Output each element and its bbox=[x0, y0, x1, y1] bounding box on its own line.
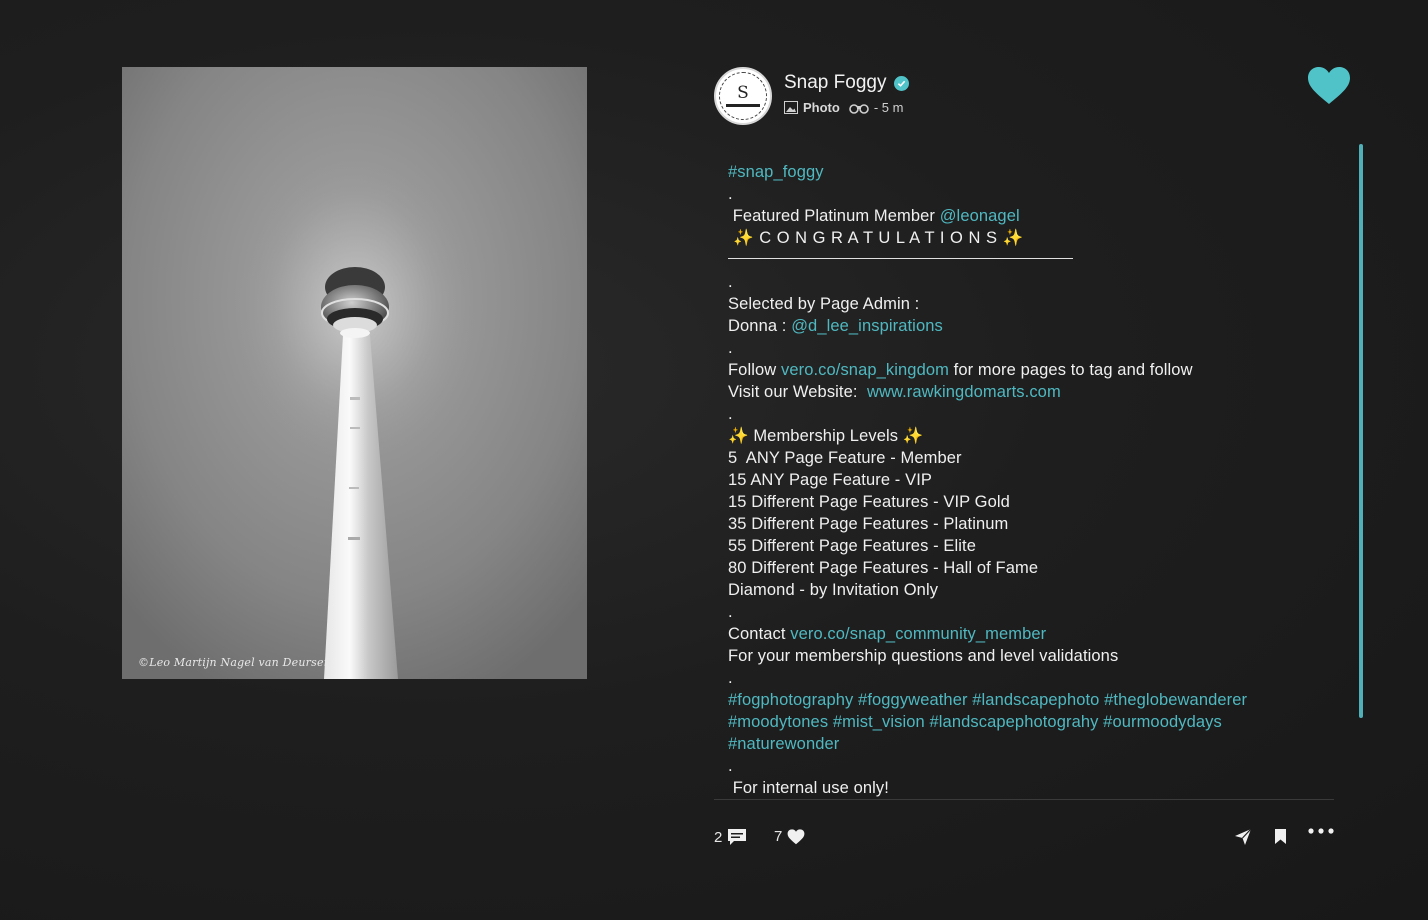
caption-area[interactable]: #snap_foggy . Featured Platinum Member @… bbox=[714, 152, 1334, 800]
like-heart-button[interactable] bbox=[1307, 66, 1351, 111]
caption-scrollbar[interactable] bbox=[1359, 144, 1363, 718]
share-button[interactable] bbox=[1234, 828, 1252, 846]
verified-badge-icon bbox=[894, 75, 910, 91]
caption-divider bbox=[728, 258, 1073, 259]
avatar-letter: S bbox=[737, 83, 749, 103]
likes-button[interactable]: 7 bbox=[774, 828, 805, 845]
hashtag-link[interactable]: #moodytones #mist_vision #landscapephoto… bbox=[728, 713, 1222, 731]
hashtag-link[interactable]: #fogphotography #foggyweather #landscape… bbox=[728, 691, 1247, 709]
vero-link[interactable]: vero.co/snap_community_member bbox=[790, 625, 1046, 643]
post-type: Photo bbox=[803, 100, 840, 115]
hashtag-link[interactable]: #snap_foggy bbox=[728, 163, 824, 181]
more-dots-icon bbox=[1308, 828, 1334, 834]
photo-watermark: ©Leo Martijn Nagel van Deursen bbox=[138, 656, 331, 669]
heart-icon bbox=[1308, 67, 1350, 104]
post-actions: 2 7 bbox=[714, 828, 1336, 852]
author-name[interactable]: Snap Foggy bbox=[784, 72, 910, 94]
avatar[interactable]: S bbox=[714, 67, 772, 125]
post-photo[interactable]: ©Leo Martijn Nagel van Deursen bbox=[122, 67, 587, 679]
bookmark-icon bbox=[1275, 829, 1286, 844]
tv-tower-image bbox=[122, 67, 587, 679]
bookmark-button[interactable] bbox=[1274, 828, 1287, 845]
post-meta: Photo - 5 m bbox=[784, 100, 903, 115]
author-name-label: Snap Foggy bbox=[784, 72, 887, 93]
send-icon bbox=[1235, 828, 1252, 845]
comment-icon bbox=[728, 829, 747, 845]
more-options-button[interactable] bbox=[1308, 828, 1334, 834]
website-link[interactable]: www.rawkingdomarts.com bbox=[867, 383, 1061, 401]
vero-link[interactable]: vero.co/snap_kingdom bbox=[781, 361, 949, 379]
photo-icon bbox=[784, 101, 798, 114]
binoculars-icon bbox=[849, 103, 869, 114]
mention-link[interactable]: @d_lee_inspirations bbox=[791, 317, 943, 335]
mention-link[interactable]: @leonagel bbox=[940, 207, 1020, 225]
heart-small-icon bbox=[787, 828, 805, 844]
comments-count: 2 bbox=[714, 828, 723, 846]
post-caption: #snap_foggy . Featured Platinum Member @… bbox=[728, 163, 1248, 797]
likes-count: 7 bbox=[774, 828, 783, 845]
hashtag-link[interactable]: #naturewonder bbox=[728, 735, 839, 753]
comments-button[interactable]: 2 bbox=[714, 828, 747, 846]
post-time: - 5 m bbox=[873, 100, 904, 115]
